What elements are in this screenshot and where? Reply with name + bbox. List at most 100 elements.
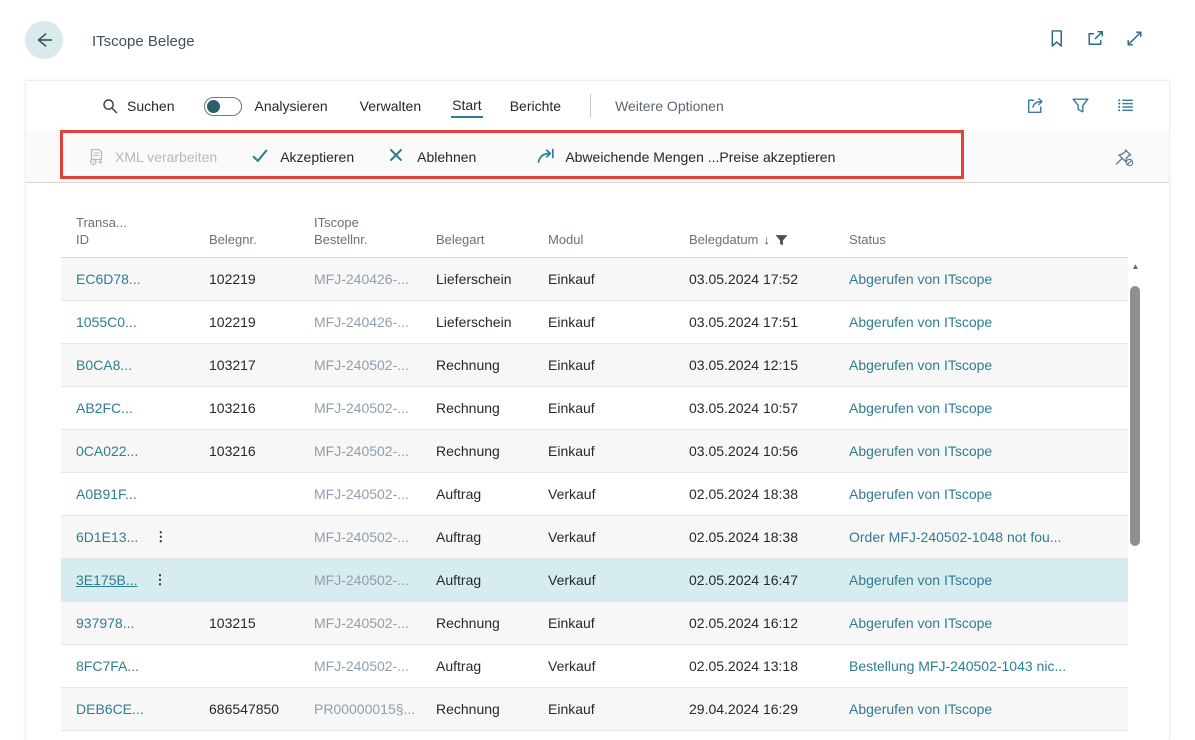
cell-bestellnr: PR00000015§... xyxy=(314,701,436,717)
cell-modul: Einkauf xyxy=(548,357,689,373)
column-header-belegdatum[interactable]: Belegdatum ↓ xyxy=(689,231,849,248)
tab-start[interactable]: Start xyxy=(451,95,483,118)
bookmark-icon[interactable] xyxy=(1046,28,1067,49)
abweichende-mengen-label: Abweichende Mengen ...Preise akzeptieren xyxy=(565,149,835,165)
table-row[interactable]: EC6D78...102219MFJ-240426-...Lieferschei… xyxy=(61,258,1128,301)
table-row[interactable]: 8FC7FA...MFJ-240502-...AuftragVerkauf02.… xyxy=(61,645,1128,688)
cell-status: Bestellung MFJ-240502-1043 nic... xyxy=(849,658,1128,674)
filter-icon[interactable] xyxy=(1070,95,1091,116)
cell-bestellnr: MFJ-240426-... xyxy=(314,271,436,287)
back-button[interactable] xyxy=(25,21,63,59)
abweichende-mengen-button[interactable]: Abweichende Mengen ...Preise akzeptieren xyxy=(536,147,835,167)
transaction-id-link[interactable]: 0CA022... xyxy=(76,443,138,459)
cell-bestellnr: MFJ-240502-... xyxy=(314,400,436,416)
table-row[interactable]: 937978...103215MFJ-240502-...RechnungEin… xyxy=(61,602,1128,645)
ablehnen-button[interactable]: Ablehnen xyxy=(388,147,476,167)
cell-status: Abgerufen von ITscope xyxy=(849,314,1128,330)
akzeptieren-label: Akzeptieren xyxy=(280,149,354,165)
transaction-id-link[interactable]: EC6D78... xyxy=(76,271,141,287)
vertical-scrollbar[interactable]: ▲ xyxy=(1128,259,1143,738)
transaction-id-link[interactable]: AB2FC... xyxy=(76,400,133,416)
column-header-belegnr[interactable]: Belegnr. xyxy=(209,231,314,248)
cell-belegdatum: 02.05.2024 13:18 xyxy=(689,658,849,674)
row-context-menu-icon[interactable]: ⋮ xyxy=(154,529,167,545)
cell-modul: Einkauf xyxy=(548,400,689,416)
cell-status: Abgerufen von ITscope xyxy=(849,572,1128,588)
cell-transaction-id: DEB6CE... xyxy=(76,701,209,717)
cell-belegart: Rechnung xyxy=(436,400,548,416)
toggle-knob xyxy=(207,100,220,113)
table-row[interactable]: 1055C0...102219MFJ-240426-...Lieferschei… xyxy=(61,301,1128,344)
cell-belegdatum: 29.04.2024 16:29 xyxy=(689,701,849,717)
cell-belegdatum: 03.05.2024 17:52 xyxy=(689,271,849,287)
column-header-belegart[interactable]: Belegart xyxy=(436,231,548,248)
cell-transaction-id: B0CA8... xyxy=(76,357,209,373)
open-in-new-window-icon[interactable] xyxy=(1085,28,1106,49)
cell-belegart: Rechnung xyxy=(436,443,548,459)
xml-verarbeiten-button[interactable]: XML verarbeiten xyxy=(86,147,217,167)
transaction-id-link[interactable]: 8FC7FA... xyxy=(76,658,139,674)
cell-belegnr: 103215 xyxy=(209,615,314,631)
cell-belegart: Rechnung xyxy=(436,357,548,373)
column-header-bestellnr[interactable]: ITscope Bestellnr. xyxy=(314,214,436,248)
cell-transaction-id: 0CA022... xyxy=(76,443,209,459)
column-header-modul[interactable]: Modul xyxy=(548,231,689,248)
cell-belegnr: 102219 xyxy=(209,271,314,287)
list-details-icon[interactable] xyxy=(1115,95,1136,116)
cell-status: Abgerufen von ITscope xyxy=(849,357,1128,373)
app-header: ITscope Belege xyxy=(0,0,1195,80)
cell-belegdatum: 02.05.2024 16:47 xyxy=(689,572,849,588)
column-header-status[interactable]: Status xyxy=(849,231,1135,248)
page-title: ITscope Belege xyxy=(92,33,195,50)
ablehnen-label: Ablehnen xyxy=(417,149,476,165)
transaction-id-link[interactable]: 937978... xyxy=(76,615,134,631)
cell-transaction-id: EC6D78... xyxy=(76,271,209,287)
cell-status: Abgerufen von ITscope xyxy=(849,400,1128,416)
table-row[interactable]: B0CA8... 103217MFJ-240502-...RechnungEink… xyxy=(61,344,1128,387)
cell-belegdatum: 03.05.2024 12:15 xyxy=(689,357,849,373)
x-icon xyxy=(388,147,408,167)
table-row[interactable]: DEB6CE...686547850PR00000015§...Rechnung… xyxy=(61,688,1128,731)
cell-modul: Verkauf xyxy=(548,529,689,545)
scrollbar-up-icon[interactable]: ▲ xyxy=(1128,259,1143,277)
table-row[interactable]: AB2FC...103216MFJ-240502-...RechnungEink… xyxy=(61,387,1128,430)
column-header-transaction-id[interactable]: Transa... ID xyxy=(76,214,209,248)
table-row[interactable]: A0B91F...MFJ-240502-...AuftragVerkauf02.… xyxy=(61,473,1128,516)
cell-modul: Einkauf xyxy=(548,314,689,330)
analyze-label[interactable]: Analysieren xyxy=(254,98,327,114)
action-bar: XML verarbeiten Akzeptieren Ablehnen Abw… xyxy=(26,131,1169,183)
filter-funnel-filled-icon xyxy=(775,234,788,248)
expand-icon[interactable] xyxy=(1124,28,1145,49)
menu-verwalten[interactable]: Verwalten xyxy=(360,98,421,114)
share-icon[interactable] xyxy=(1025,95,1046,116)
cell-bestellnr: MFJ-240426-... xyxy=(314,314,436,330)
table-row[interactable]: 0CA022...103216MFJ-240502-...RechnungEin… xyxy=(61,430,1128,473)
cell-status: Abgerufen von ITscope xyxy=(849,615,1128,631)
transaction-id-link[interactable]: A0B91F... xyxy=(76,486,137,502)
search-icon xyxy=(101,97,119,115)
transaction-id-link[interactable]: DEB6CE... xyxy=(76,701,144,717)
unpin-icon[interactable] xyxy=(1112,145,1136,169)
table-body: EC6D78...102219MFJ-240426-...Lieferschei… xyxy=(61,258,1128,740)
cell-belegart: Auftrag xyxy=(436,529,548,545)
cell-status: Abgerufen von ITscope xyxy=(849,271,1128,287)
transaction-id-link[interactable]: 6D1E13... xyxy=(76,529,138,545)
cell-belegnr: 686547850 xyxy=(209,701,314,717)
scrollbar-thumb[interactable] xyxy=(1130,286,1140,546)
cell-transaction-id: 3E175B... ⋮ xyxy=(76,572,209,588)
akzeptieren-button[interactable]: Akzeptieren xyxy=(251,147,354,167)
transaction-id-link[interactable]: 3E175B... xyxy=(76,572,138,588)
transaction-id-link[interactable]: 1055C0... xyxy=(76,314,137,330)
analyze-toggle[interactable] xyxy=(204,97,242,116)
tab-berichte[interactable]: Berichte xyxy=(509,96,562,117)
cell-bestellnr: MFJ-240502-... xyxy=(314,357,436,373)
cell-belegnr: 103217 xyxy=(209,357,314,373)
table-row[interactable]: 3E175B...⋮MFJ-240502-...AuftragVerkauf02… xyxy=(61,559,1128,602)
cell-belegart: Rechnung xyxy=(436,615,548,631)
search-button[interactable]: Suchen xyxy=(101,97,174,115)
row-context-menu-icon[interactable]: ⋮ xyxy=(154,572,167,588)
transaction-id-link[interactable]: B0CA8... xyxy=(76,357,132,373)
more-options[interactable]: Weitere Optionen xyxy=(615,98,724,114)
table-row[interactable]: 6D1E13...⋮MFJ-240502-...AuftragVerkauf02… xyxy=(61,516,1128,559)
cell-modul: Verkauf xyxy=(548,572,689,588)
